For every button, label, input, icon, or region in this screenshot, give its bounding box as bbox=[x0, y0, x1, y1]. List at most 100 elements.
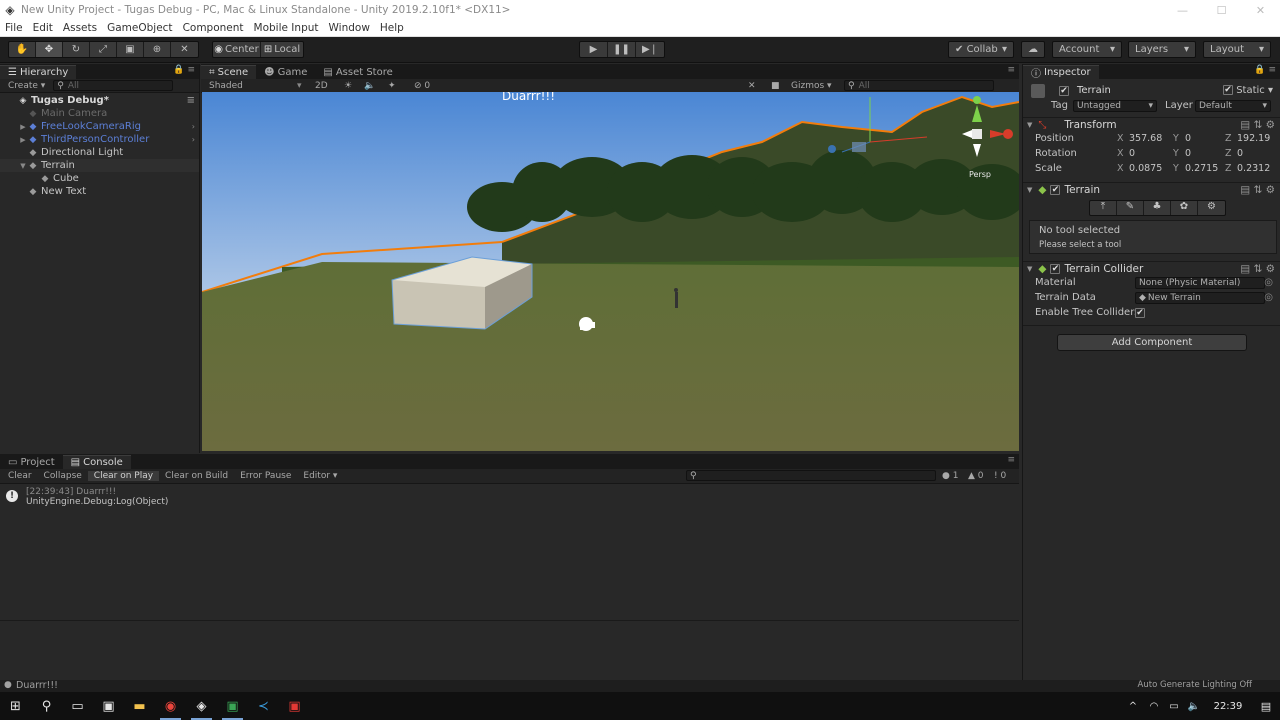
tools-icon[interactable]: ✕ bbox=[748, 81, 756, 91]
effects-toggle-icon[interactable]: ✦ bbox=[388, 81, 396, 91]
create-dropdown[interactable]: Create ▾ bbox=[0, 81, 49, 91]
terrain-enabled-checkbox[interactable]: ✔ bbox=[1050, 185, 1061, 195]
panel-menu-icon[interactable]: ≡ bbox=[1007, 65, 1015, 75]
terrain-settings-icon[interactable]: ⚙ bbox=[1198, 201, 1225, 215]
material-field[interactable]: None (Physic Material) bbox=[1135, 277, 1265, 289]
chevron-right-icon[interactable]: › bbox=[192, 135, 195, 144]
info-filter-toggle[interactable]: ● 1 bbox=[942, 471, 958, 481]
expand-arrow-icon[interactable]: ▶ bbox=[18, 136, 28, 144]
unity-button[interactable]: ◈ bbox=[186, 692, 217, 720]
tab-asset-store[interactable]: ▤ Asset Store bbox=[315, 65, 400, 79]
status-message[interactable]: Duarrr!!! bbox=[16, 680, 58, 691]
scale-z-field[interactable]: 0.2312 bbox=[1237, 163, 1270, 174]
collapse-button[interactable]: Collapse bbox=[38, 471, 88, 481]
other-app-button[interactable]: ▣ bbox=[279, 692, 310, 720]
panel-menu-icon[interactable]: 🔒 ≡ bbox=[173, 65, 195, 75]
battery-button[interactable]: ▭ bbox=[1164, 692, 1184, 720]
pivot-local-button[interactable]: ⊞ Local bbox=[261, 42, 303, 57]
vscode-button[interactable]: ≺ bbox=[248, 692, 279, 720]
tab-console[interactable]: ▤ Console bbox=[62, 455, 131, 469]
warning-filter-toggle[interactable]: ▲ 0 bbox=[968, 471, 984, 481]
raise-terrain-icon[interactable]: ⤒ bbox=[1090, 201, 1117, 215]
collapse-arrow-icon[interactable]: ▼ bbox=[1027, 121, 1032, 129]
close-button[interactable]: ✕ bbox=[1241, 4, 1280, 17]
paint-brush-icon[interactable]: ✎ bbox=[1117, 201, 1144, 215]
error-pause-button[interactable]: Error Pause bbox=[234, 471, 297, 481]
collider-enabled-checkbox[interactable]: ✔ bbox=[1050, 264, 1061, 274]
start-button[interactable]: ⊞ bbox=[0, 692, 31, 720]
tab-inspector[interactable]: ⓘ Inspector bbox=[1023, 65, 1099, 80]
shading-dropdown[interactable]: Shaded bbox=[209, 81, 243, 91]
scene-search-input[interactable]: ⚲ All bbox=[844, 80, 994, 91]
rect-tool-icon[interactable]: ▣ bbox=[117, 42, 144, 57]
menu-file[interactable]: File bbox=[0, 22, 28, 34]
hierarchy-item-freelookcamerarig[interactable]: ▶ ◆ FreeLookCameraRig › bbox=[0, 120, 199, 133]
panel-menu-icon[interactable]: ≡ bbox=[1007, 455, 1015, 465]
hierarchy-item-terrain[interactable]: ▼ ◆ Terrain bbox=[0, 159, 199, 172]
position-x-field[interactable]: 357.68 bbox=[1129, 133, 1162, 144]
chevron-right-icon[interactable]: › bbox=[192, 122, 195, 131]
error-filter-toggle[interactable]: ! 0 bbox=[994, 471, 1006, 481]
object-picker-icon[interactable]: ◎ bbox=[1264, 292, 1273, 303]
2d-toggle[interactable]: 2D bbox=[315, 81, 328, 91]
wifi-button[interactable]: ◠ bbox=[1144, 692, 1164, 720]
tab-game[interactable]: ☻ Game bbox=[256, 65, 315, 79]
rotate-tool-icon[interactable]: ↻ bbox=[63, 42, 90, 57]
pivot-center-button[interactable]: ◉ Center bbox=[213, 42, 261, 57]
custom-tool-icon[interactable]: ✕ bbox=[171, 42, 198, 57]
hierarchy-item-thirdpersoncontroller[interactable]: ▶ ◆ ThirdPersonController › bbox=[0, 133, 199, 146]
collab-dropdown[interactable]: ✔ Collab ▾ bbox=[948, 41, 1014, 58]
scene-root[interactable]: ◈ Tugas Debug* ≡ bbox=[0, 94, 199, 107]
hierarchy-item-cube[interactable]: ◆ Cube bbox=[0, 172, 199, 185]
position-y-field[interactable]: 0 bbox=[1185, 133, 1191, 144]
menu-edit[interactable]: Edit bbox=[28, 22, 58, 34]
collapse-arrow-icon[interactable]: ▼ bbox=[1027, 265, 1032, 273]
console-log-entry[interactable]: ! [22:39:43] Duarrr!!! UnityEngine.Debug… bbox=[0, 484, 1019, 508]
paint-trees-icon[interactable]: ♣ bbox=[1144, 201, 1171, 215]
panel-menu-icon[interactable]: 🔒 ≡ bbox=[1254, 65, 1276, 75]
app-button[interactable]: ▣ bbox=[217, 692, 248, 720]
scale-y-field[interactable]: 0.2715 bbox=[1185, 163, 1218, 174]
paint-details-icon[interactable]: ✿ bbox=[1171, 201, 1198, 215]
expand-arrow-icon[interactable]: ▶ bbox=[18, 123, 28, 131]
gizmos-dropdown[interactable]: Gizmos ▾ bbox=[791, 81, 832, 91]
collapse-arrow-icon[interactable]: ▼ bbox=[18, 162, 28, 170]
static-toggle[interactable]: ✔ Static ▾ bbox=[1223, 85, 1273, 96]
layer-dropdown[interactable]: Default ▾ bbox=[1195, 100, 1271, 112]
transform-tool-icon[interactable]: ⊕ bbox=[144, 42, 171, 57]
pause-button[interactable]: ❚❚ bbox=[608, 42, 636, 57]
move-tool-icon[interactable]: ✥ bbox=[36, 42, 63, 57]
component-menu-icon[interactable]: ▤ ⇅ ⚙ bbox=[1240, 263, 1275, 275]
scene-menu-icon[interactable]: ≡ bbox=[187, 95, 195, 106]
editor-dropdown[interactable]: Editor ▾ bbox=[297, 471, 343, 481]
tag-dropdown[interactable]: Untagged ▾ bbox=[1073, 100, 1157, 112]
rotation-y-field[interactable]: 0 bbox=[1185, 148, 1191, 159]
search-button[interactable]: ⚲ bbox=[31, 692, 62, 720]
static-checkbox[interactable]: ✔ bbox=[1223, 85, 1233, 95]
scene-render[interactable]: Persp Duarrr!!! bbox=[202, 92, 1019, 451]
minimize-button[interactable]: — bbox=[1163, 4, 1202, 17]
menu-mobile-input[interactable]: Mobile Input bbox=[249, 22, 324, 34]
persp-label[interactable]: Persp bbox=[969, 170, 991, 179]
hierarchy-item-main-camera[interactable]: ◆ Main Camera bbox=[0, 107, 199, 120]
scale-x-field[interactable]: 0.0875 bbox=[1129, 163, 1162, 174]
hierarchy-item-new-text[interactable]: ◆ New Text bbox=[0, 185, 199, 198]
terrain-header[interactable]: ▼ ◆ ✔ Terrain ▤ ⇅ ⚙ bbox=[1023, 182, 1280, 197]
explorer-button[interactable]: ▬ bbox=[124, 692, 155, 720]
clock[interactable]: 22:39 bbox=[1204, 692, 1252, 720]
clear-on-build-button[interactable]: Clear on Build bbox=[159, 471, 234, 481]
enable-tree-checkbox[interactable]: ✔ bbox=[1135, 308, 1145, 318]
position-z-field[interactable]: 192.19 bbox=[1237, 133, 1270, 144]
scale-tool-icon[interactable]: ⤢ bbox=[90, 42, 117, 57]
terrain-data-field[interactable]: ◆ New Terrain bbox=[1135, 292, 1265, 304]
rotation-z-field[interactable]: 0 bbox=[1237, 148, 1243, 159]
lighting-toggle-icon[interactable]: ☀ bbox=[344, 81, 352, 91]
menu-window[interactable]: Window bbox=[324, 22, 375, 34]
account-dropdown[interactable]: Account ▾ bbox=[1052, 41, 1122, 58]
menu-component[interactable]: Component bbox=[178, 22, 249, 34]
hierarchy-search-input[interactable]: ⚲ All bbox=[53, 80, 174, 91]
menu-gameobject[interactable]: GameObject bbox=[102, 22, 177, 34]
component-menu-icon[interactable]: ▤ ⇅ ⚙ bbox=[1240, 119, 1275, 131]
menu-help[interactable]: Help bbox=[375, 22, 409, 34]
hidden-objects-toggle[interactable]: ⊘ 0 bbox=[414, 81, 430, 91]
